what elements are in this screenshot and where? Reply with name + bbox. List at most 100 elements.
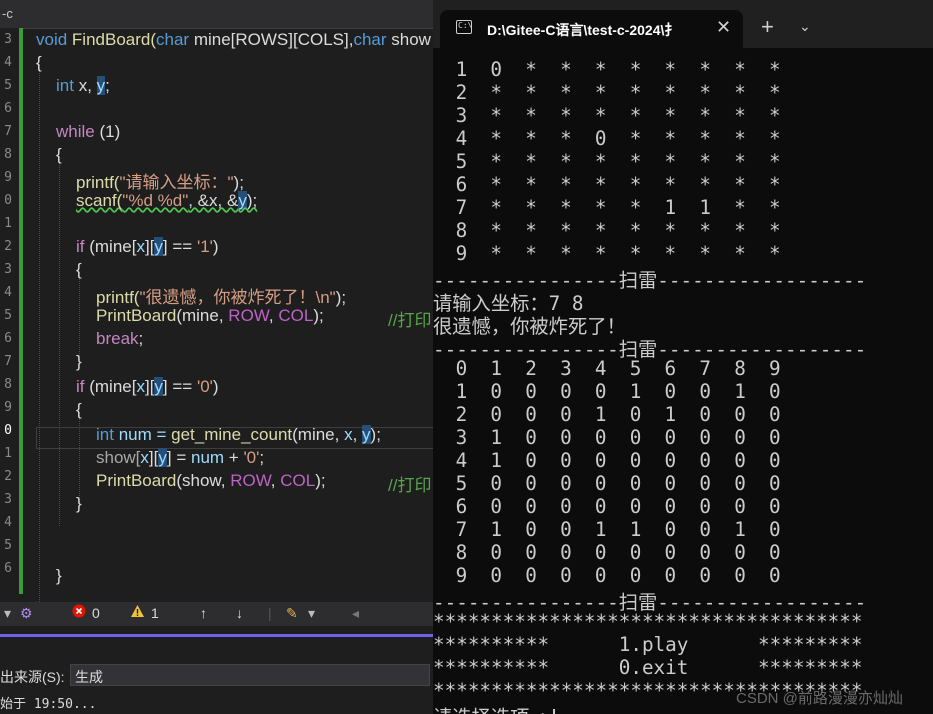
code-line: int x, y; xyxy=(56,76,110,95)
line-number: 5 xyxy=(4,538,12,553)
line-number: 5 xyxy=(4,308,12,323)
code-line: printf("请输入坐标："); xyxy=(76,173,244,192)
line-number: 6 xyxy=(4,101,12,116)
line-number: 3 xyxy=(4,32,12,47)
code-line: if (mine[x][y] == '1') xyxy=(76,237,219,256)
terminal-line: 8 0 0 0 0 0 0 0 0 0 xyxy=(444,541,781,564)
code-line: break; xyxy=(96,329,144,348)
code-line: PrintBoard(show, ROW, COL);//打印 xyxy=(96,471,432,495)
code-line: { xyxy=(56,145,62,164)
code-line: void FindBoard(char mine[ROWS][COLS],cha… xyxy=(36,30,431,49)
dropdown-arrow-icon[interactable]: ▾ xyxy=(308,605,315,622)
line-number: 6 xyxy=(4,561,12,576)
terminal-titlebar[interactable]: C:\ D:\Gitee-C语言\test-c-2024\扌 ✕ + ⌄ xyxy=(433,0,933,48)
terminal-line: 9 * * * * * * * * * xyxy=(444,242,781,265)
text-cursor xyxy=(552,709,555,714)
terminal-line: 7 1 0 0 1 1 0 0 1 0 xyxy=(444,518,781,541)
editor-tab-label: -c xyxy=(2,6,13,21)
terminal-line: 6 0 0 0 0 0 0 0 0 0 xyxy=(444,495,781,518)
code-line: PrintBoard(mine, ROW, COL);//打印 xyxy=(96,306,432,330)
terminal-line: 1 0 * * * * * * * * xyxy=(444,58,781,81)
watermark: CSDN @前路漫漫亦灿灿 xyxy=(736,690,903,707)
arrow-down-icon[interactable]: ↓ xyxy=(236,605,243,621)
output-source-label: 出来源(S): xyxy=(0,669,65,685)
line-number: 8 xyxy=(4,147,12,162)
line-number: 2 xyxy=(4,239,12,254)
terminal-line: 5 * * * * * * * * * xyxy=(444,150,781,173)
line-number: 4 xyxy=(4,55,12,70)
code-editor[interactable]: -c 3 4 5 6 7 8 9 0 1 2 3 4 5 6 7 8 9 0 1… xyxy=(0,0,433,714)
error-circle-icon[interactable] xyxy=(72,604,86,621)
line-number: 1 xyxy=(4,216,12,231)
code-line: { xyxy=(76,260,82,279)
terminal-line: 2 * * * * * * * * * xyxy=(444,81,781,104)
output-source-value: 生成 xyxy=(75,669,103,685)
code-line: } xyxy=(76,352,82,371)
line-number: 9 xyxy=(4,170,12,185)
code-line: if (mine[x][y] == '0') xyxy=(76,377,219,396)
error-count: 0 xyxy=(92,605,100,621)
code-line: { xyxy=(36,53,42,72)
terminal-line: 4 1 0 0 0 0 0 0 0 0 xyxy=(444,449,781,472)
line-number: 7 xyxy=(4,354,12,369)
new-tab-button[interactable]: + xyxy=(761,14,774,40)
editor-status-bar: ▾ ⚙ 0 1 ↑ ↓ | ✎ ▾ ◂ xyxy=(0,602,433,626)
line-number: 1 xyxy=(4,446,12,461)
code-line: } xyxy=(76,494,82,513)
code-line: printf("很遗憾，你被炸死了！\n"); xyxy=(96,288,347,307)
line-number: 3 xyxy=(4,262,12,277)
change-indicator-bar xyxy=(19,28,23,594)
scroll-left-icon[interactable]: ◂ xyxy=(352,605,359,622)
panel-separator xyxy=(0,626,433,634)
indent-guide xyxy=(39,64,40,602)
editor-tab[interactable]: -c xyxy=(0,0,433,29)
code-line: } xyxy=(56,566,62,585)
line-number: 4 xyxy=(4,515,12,530)
output-line: 始于 19:50... xyxy=(0,697,97,712)
terminal-prompt-line[interactable]: 请选择选项:> xyxy=(433,702,555,714)
code-line: int num = get_mine_count(mine, x, y); xyxy=(96,425,381,444)
terminal-line: 8 * * * * * * * * * xyxy=(444,219,781,242)
terminal-line: ********** 1.play ********* xyxy=(433,633,863,656)
terminal-line: 0 1 2 3 4 5 6 7 8 9 xyxy=(444,357,781,380)
terminal-tab-title: D:\Gitee-C语言\test-c-2024\扌 xyxy=(487,22,679,38)
code-line: while (1) xyxy=(56,122,121,141)
line-number: 4 xyxy=(4,285,12,300)
indent-guide xyxy=(59,156,60,526)
separator: | xyxy=(268,605,272,621)
arrow-up-icon[interactable]: ↑ xyxy=(200,605,207,621)
brush-icon[interactable]: ✎ xyxy=(286,605,298,622)
warning-count: 1 xyxy=(151,605,159,621)
terminal-line: 2 0 0 0 1 0 1 0 0 0 xyxy=(444,403,781,426)
code-area[interactable]: void FindBoard(char mine[ROWS][COLS],cha… xyxy=(36,28,433,602)
terminal-line: ********** 0.exit ********* xyxy=(433,656,863,679)
line-number: 3 xyxy=(4,492,12,507)
terminal-line: 7 * * * * * 1 1 * * xyxy=(444,196,781,219)
terminal-line: ************************************* xyxy=(433,610,863,633)
line-number: 0 xyxy=(4,193,12,208)
terminal-tab[interactable]: C:\ D:\Gitee-C语言\test-c-2024\扌 ✕ xyxy=(440,10,743,48)
code-line: show[x][y] = num + '0'; xyxy=(96,448,265,467)
code-line: scanf("%d %d", &x, &y); xyxy=(76,191,258,210)
terminal-line: 6 * * * * * * * * * xyxy=(444,173,781,196)
output-panel: 出来源(S): 生成 始于 19:50... xyxy=(0,637,433,714)
line-number: 6 xyxy=(4,331,12,346)
dropdown-arrow-icon[interactable]: ▾ xyxy=(4,605,11,622)
warning-triangle-icon[interactable] xyxy=(130,604,145,621)
terminal-window[interactable]: C:\ D:\Gitee-C语言\test-c-2024\扌 ✕ + ⌄ 1 0… xyxy=(433,0,933,714)
output-source-select[interactable]: 生成 xyxy=(70,664,430,686)
terminal-line: 4 * * * 0 * * * * * xyxy=(444,127,781,150)
terminal-line: 3 * * * * * * * * * xyxy=(444,104,781,127)
close-icon[interactable]: ✕ xyxy=(716,17,731,38)
terminal-line: 1 0 0 0 0 1 0 0 1 0 xyxy=(444,380,781,403)
terminal-line: 3 1 0 0 0 0 0 0 0 0 xyxy=(444,426,781,449)
line-number: 5 xyxy=(4,78,12,93)
terminal-line: 5 0 0 0 0 0 0 0 0 0 xyxy=(444,472,781,495)
chevron-down-icon[interactable]: ⌄ xyxy=(799,18,811,35)
code-line: { xyxy=(76,400,82,419)
extension-icon[interactable]: ⚙ xyxy=(20,605,33,622)
line-number-current: 0 xyxy=(4,423,12,438)
terminal-prompt: 请选择选项:> xyxy=(433,706,553,714)
line-number: 7 xyxy=(4,124,12,139)
line-number: 8 xyxy=(4,377,12,392)
